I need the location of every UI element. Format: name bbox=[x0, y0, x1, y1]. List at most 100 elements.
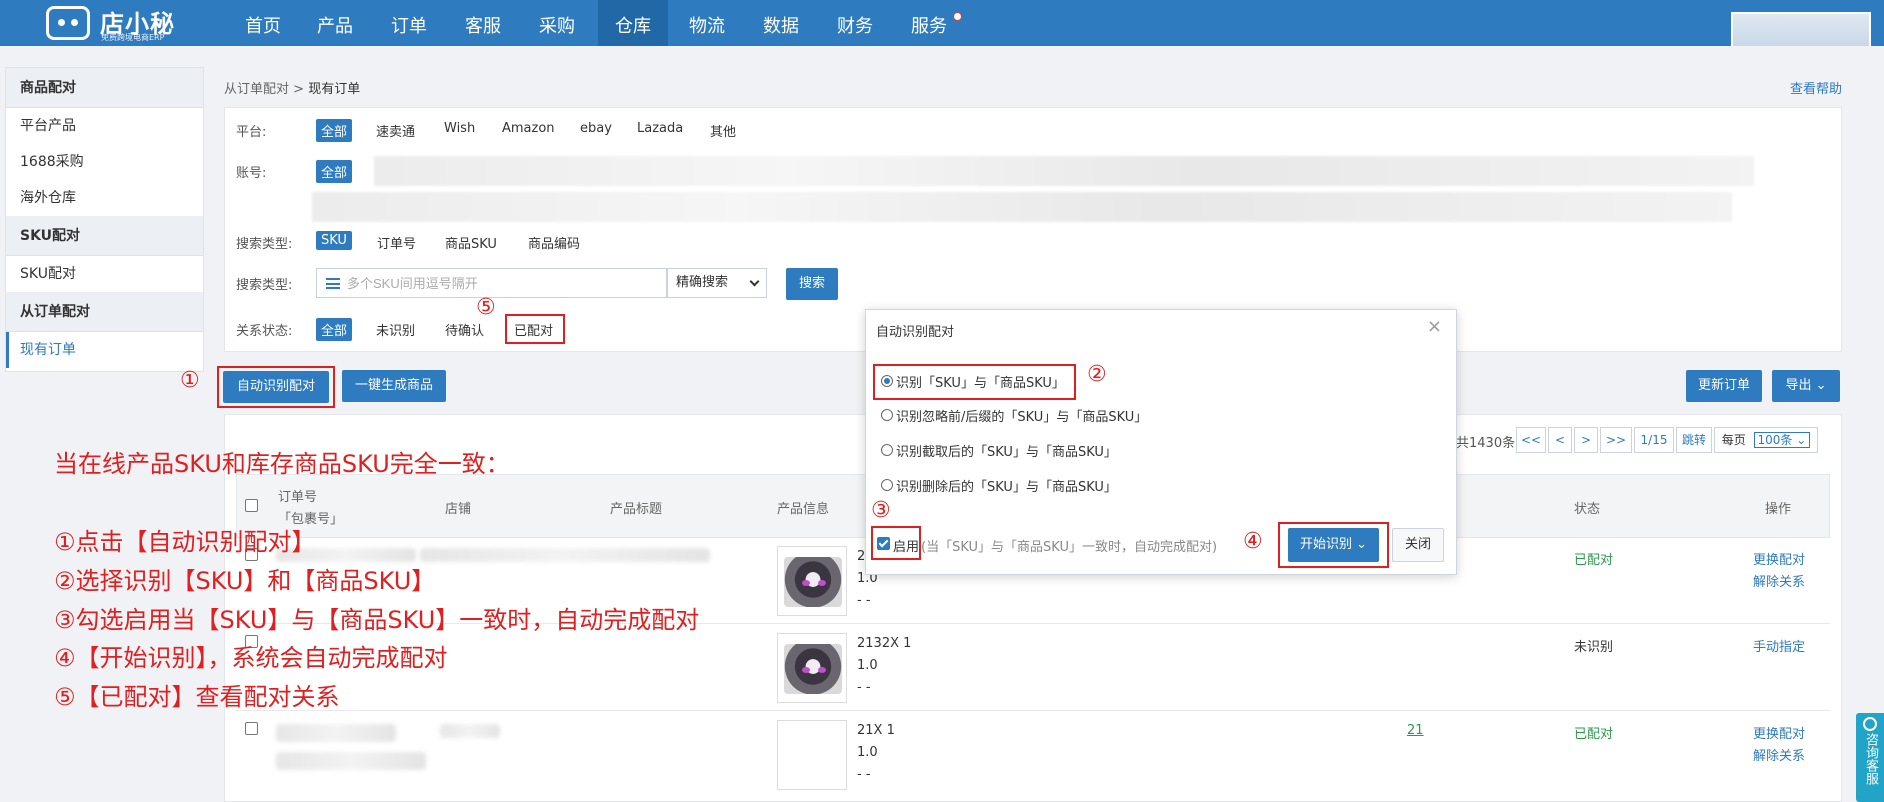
relation-pending[interactable]: 待确认 bbox=[440, 318, 489, 341]
nav-finance[interactable]: 财务 bbox=[820, 0, 890, 46]
blurred-accounts bbox=[374, 156, 1754, 186]
nav-products[interactable]: 产品 bbox=[300, 0, 370, 46]
th-package-no: 「包裹号」 bbox=[278, 512, 344, 527]
option-sku-label[interactable]: 识别「SKU」与「商品SKU」 bbox=[896, 372, 1065, 391]
row-checkbox[interactable] bbox=[245, 722, 258, 735]
search-type-sku[interactable]: SKU bbox=[316, 231, 352, 250]
enable-note: (当「SKU」与「商品SKU」一致时，自动完成配对) bbox=[921, 540, 1218, 555]
close-icon[interactable]: × bbox=[1427, 316, 1442, 337]
sidebar-item-overseas-warehouse[interactable]: 海外仓库 bbox=[6, 180, 203, 216]
sidebar-item-existing-orders[interactable]: 现有订单 bbox=[6, 332, 203, 368]
search-type-order-no[interactable]: 订单号 bbox=[372, 231, 421, 254]
page-last-button[interactable]: >> bbox=[1600, 427, 1632, 453]
option-truncate-radio[interactable] bbox=[881, 444, 893, 456]
select-all-checkbox[interactable] bbox=[245, 499, 258, 512]
product-thumbnail-empty[interactable] bbox=[777, 720, 847, 790]
manual-assign-link[interactable]: 手动指定 bbox=[1753, 636, 1805, 655]
list-icon bbox=[326, 278, 340, 289]
platform-lazada[interactable]: Lazada bbox=[632, 119, 688, 138]
nav-data[interactable]: 数据 bbox=[746, 0, 816, 46]
search-mode-select[interactable]: 精确搜索 bbox=[667, 268, 767, 298]
breadcrumb: 从订单配对 > 现有订单 bbox=[224, 78, 360, 97]
option-sku-radio[interactable] bbox=[881, 375, 893, 387]
row-status: 已配对 bbox=[1574, 727, 1614, 742]
search-type-product-code[interactable]: 商品编码 bbox=[523, 231, 585, 254]
platform-aliexpress[interactable]: 速卖通 bbox=[371, 119, 420, 142]
nav-warehouse[interactable]: 仓库 bbox=[598, 0, 668, 46]
dialog-close-button[interactable]: 关闭 bbox=[1392, 528, 1444, 562]
product-thumbnail[interactable] bbox=[777, 633, 847, 703]
relation-unrecognized[interactable]: 未识别 bbox=[371, 318, 420, 341]
account-all[interactable]: 全部 bbox=[316, 160, 353, 183]
platform-amazon[interactable]: Amazon bbox=[497, 119, 560, 138]
sidebar-item-1688[interactable]: 1688采购 bbox=[6, 144, 203, 180]
option-truncate-label[interactable]: 识别截取后的「SKU」与「商品SKU」 bbox=[896, 441, 1117, 460]
search-button[interactable]: 搜索 bbox=[786, 268, 838, 300]
sidebar-item-sku-match[interactable]: SKU配对 bbox=[6, 256, 203, 292]
user-account-area[interactable] bbox=[1731, 12, 1871, 46]
help-link[interactable]: 查看帮助 bbox=[1790, 78, 1842, 97]
blurred-order-no-2 bbox=[276, 752, 426, 770]
blurred-store bbox=[440, 724, 500, 738]
search-type-product-sku[interactable]: 商品SKU bbox=[440, 231, 502, 254]
option-prefix-radio[interactable] bbox=[881, 409, 893, 421]
row-sku: 21X 1 bbox=[857, 723, 895, 738]
product-thumbnail[interactable] bbox=[777, 546, 847, 616]
instruction-step-4: ④【开始识别】，系统会自动完成配对 bbox=[54, 644, 448, 672]
sidebar-group-product-match: 商品配对 bbox=[6, 68, 203, 108]
nav-service[interactable]: 客服 bbox=[448, 0, 518, 46]
change-match-link[interactable]: 更换配对 bbox=[1753, 549, 1805, 568]
page-first-button[interactable]: << bbox=[1516, 427, 1546, 453]
platform-ebay[interactable]: ebay bbox=[575, 119, 617, 138]
brand-logo[interactable]: 店小秘 免费跨境电商ERP bbox=[46, 2, 176, 44]
row-dash: - - bbox=[857, 680, 871, 695]
nav-services[interactable]: 服务 bbox=[894, 0, 964, 46]
export-button[interactable]: 导出 ⌄ bbox=[1772, 370, 1840, 402]
per-page-select[interactable]: 100条 ⌄ bbox=[1753, 432, 1811, 448]
platform-all[interactable]: 全部 bbox=[316, 119, 353, 142]
platform-other[interactable]: 其他 bbox=[705, 119, 741, 142]
breadcrumb-separator: > bbox=[293, 82, 305, 97]
export-label: 导出 bbox=[1785, 378, 1812, 393]
nav-logistics[interactable]: 物流 bbox=[672, 0, 742, 46]
relation-all[interactable]: 全部 bbox=[316, 318, 353, 341]
th-store: 店铺 bbox=[445, 502, 472, 517]
page-next-button[interactable]: > bbox=[1574, 427, 1598, 453]
row-count-link[interactable]: 21 bbox=[1407, 723, 1424, 738]
per-page-label: 每页 bbox=[1721, 433, 1746, 447]
headset-icon bbox=[1863, 717, 1877, 731]
update-orders-button[interactable]: 更新订单 bbox=[1686, 370, 1762, 402]
sidebar-item-platform-products[interactable]: 平台产品 bbox=[6, 108, 203, 144]
th-status: 状态 bbox=[1574, 502, 1601, 517]
nav-purchase[interactable]: 采购 bbox=[522, 0, 592, 46]
page-indicator: 1/15 bbox=[1634, 427, 1674, 453]
unbind-link[interactable]: 解除关系 bbox=[1753, 571, 1805, 590]
consult-label: 咨询客服 bbox=[1863, 733, 1878, 785]
start-recognition-button[interactable]: 开始识别 ⌄ bbox=[1288, 528, 1379, 562]
enable-checkbox[interactable] bbox=[877, 537, 890, 550]
unbind-link[interactable]: 解除关系 bbox=[1753, 745, 1805, 764]
search-mode-value: 精确搜索 bbox=[676, 275, 729, 290]
consult-service-button[interactable]: 咨询客服 bbox=[1856, 713, 1884, 802]
row-divider bbox=[236, 710, 1830, 711]
breadcrumb-parent[interactable]: 从订单配对 bbox=[224, 82, 289, 97]
option-delete-label[interactable]: 识别删除后的「SKU」与「商品SKU」 bbox=[896, 476, 1117, 495]
change-match-link[interactable]: 更换配对 bbox=[1753, 723, 1805, 742]
account-label: 账号: bbox=[236, 166, 267, 181]
page-jump-button[interactable]: 跳转 bbox=[1676, 427, 1712, 453]
nav-home[interactable]: 首页 bbox=[228, 0, 298, 46]
generate-products-button[interactable]: 一键生成商品 bbox=[342, 370, 446, 402]
search-input[interactable] bbox=[347, 269, 667, 297]
page-prev-button[interactable]: < bbox=[1548, 427, 1572, 453]
platform-wish[interactable]: Wish bbox=[439, 119, 480, 138]
auto-match-button[interactable]: 自动识别配对 bbox=[223, 371, 329, 403]
thumbnail-eye-right bbox=[818, 580, 826, 586]
option-delete-radio[interactable] bbox=[881, 479, 893, 491]
platform-label: 平台: bbox=[236, 125, 267, 140]
enable-label[interactable]: 启用 bbox=[893, 536, 919, 555]
blurred-order-no bbox=[276, 724, 396, 742]
nav-orders[interactable]: 订单 bbox=[374, 0, 444, 46]
row-qty: 1.0 bbox=[857, 658, 878, 673]
option-prefix-label[interactable]: 识别忽略前/后缀的「SKU」与「商品SKU」 bbox=[896, 406, 1147, 425]
per-page-box: 每页 100条 ⌄ bbox=[1714, 427, 1818, 453]
